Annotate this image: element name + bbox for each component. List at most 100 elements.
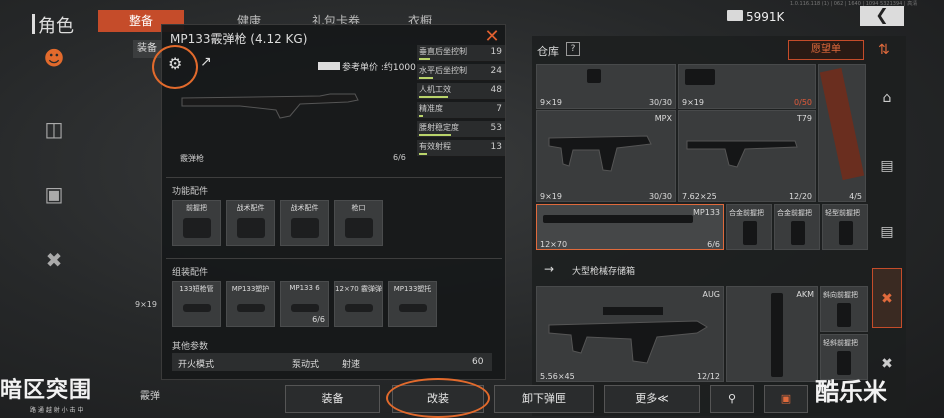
- rifle-icon: →: [544, 262, 555, 276]
- stat-label: 垂直后坐控制: [419, 47, 467, 56]
- warehouse-item[interactable]: T79 7.62×25 12/20: [678, 110, 816, 202]
- stat-bar: [419, 96, 448, 98]
- help-button[interactable]: ?: [566, 42, 580, 56]
- slot-label: 12×70 霰弹弹: [335, 285, 382, 293]
- money-amount: 5991K: [746, 10, 785, 24]
- warehouse-item[interactable]: 轻型前握把: [822, 204, 868, 250]
- item-name: T79: [796, 114, 812, 123]
- function-attachment-slot[interactable]: 战术配件: [280, 200, 329, 246]
- stat-row: 腰射稳定度 53: [417, 121, 505, 138]
- item-image: [819, 67, 865, 181]
- stat-row: 有效射程 13: [417, 140, 505, 157]
- stat-value: 13: [490, 142, 502, 152]
- home-icon[interactable]: ⌂: [872, 84, 902, 112]
- unload-magazine-button[interactable]: 卸下弹匣: [494, 385, 594, 413]
- stat-value: 53: [490, 123, 502, 133]
- assembly-section-label: 组装配件: [172, 268, 209, 278]
- assembly-part-slot[interactable]: MP133 6 6/6: [280, 281, 329, 327]
- money-icon-small: [318, 62, 340, 70]
- sort-button[interactable]: ▣: [764, 385, 808, 413]
- storage-tab-icon[interactable]: ▤: [872, 152, 902, 180]
- search-icon: ⚲: [727, 392, 737, 405]
- warehouse-item[interactable]: 合金前握把: [726, 204, 772, 250]
- slot-label: MP133 6: [289, 284, 320, 292]
- item-image: [548, 307, 708, 364]
- warehouse-item[interactable]: AUG 5.56×45 12/12: [536, 286, 724, 382]
- weapon-title: MP133霰弹枪 (4.12 KG): [170, 32, 308, 46]
- rate-label: 射速: [342, 360, 361, 370]
- warehouse-item[interactable]: 4/5: [818, 64, 866, 202]
- stat-label: 人机工效: [419, 85, 451, 94]
- item-ammo: 9×19: [540, 192, 562, 201]
- character-icon[interactable]: ☻: [40, 44, 68, 72]
- warehouse-item[interactable]: MPX 9×19 30/30: [536, 110, 676, 202]
- watermark-logo-right: 酷乐米: [815, 378, 887, 406]
- slot-label: 133短枪管: [179, 285, 214, 293]
- item-image: [837, 303, 851, 327]
- stat-row: 人机工效 48: [417, 83, 505, 100]
- item-ammo: 7.62×25: [682, 192, 717, 201]
- item-count: 4/5: [849, 192, 862, 201]
- bag-icon[interactable]: ▣: [40, 180, 68, 208]
- function-attachment-slot[interactable]: 前握把: [172, 200, 221, 246]
- item-image: [791, 221, 805, 245]
- item-name: AKM: [796, 290, 814, 299]
- search-button[interactable]: ⚲: [710, 385, 754, 413]
- assembly-part-slot[interactable]: 133短枪管: [172, 281, 221, 327]
- function-attachment-slot[interactable]: 战术配件: [226, 200, 275, 246]
- storage-label: 大型枪械存储箱: [572, 267, 636, 277]
- equip-button[interactable]: 装备: [285, 385, 380, 413]
- slot-label: MP133塑托: [393, 285, 432, 293]
- stat-bar: [419, 77, 433, 79]
- slot-image: [291, 218, 319, 238]
- ref-price: 参考单价 :约1000: [342, 63, 416, 73]
- warehouse-item[interactable]: 斜向前握把: [820, 286, 868, 332]
- gear-icon[interactable]: ⚙: [168, 54, 182, 73]
- title-bar-marker: [32, 14, 35, 34]
- stat-bar: [419, 58, 430, 60]
- share-icon[interactable]: ↗: [200, 54, 212, 70]
- slot-label: 枪口: [351, 204, 366, 212]
- weapon-storage-tab[interactable]: ✖: [872, 268, 902, 328]
- weapon-icon[interactable]: ✖: [40, 246, 68, 274]
- stat-bar: [419, 134, 451, 136]
- function-attachment-slot[interactable]: 枪口: [334, 200, 383, 246]
- shotgun-image: [181, 93, 359, 119]
- assembly-part-slot[interactable]: 12×70 霰弹弹: [334, 281, 383, 327]
- item-count: 12/12: [696, 372, 720, 381]
- item-image: [743, 221, 757, 245]
- stat-label: 精准度: [419, 104, 443, 113]
- slot-image: [237, 218, 265, 238]
- sort-icon[interactable]: ⇅: [878, 42, 890, 58]
- backpack-icon[interactable]: ◫: [40, 115, 68, 143]
- wishlist-button[interactable]: 愿望单: [788, 40, 864, 60]
- assembly-part-slot[interactable]: MP133塑护: [226, 281, 275, 327]
- rate-value: 60: [472, 357, 484, 367]
- highlight-circle: [386, 378, 490, 418]
- chevron-left-icon: ❮: [875, 5, 889, 24]
- warehouse-item[interactable]: 9×19 0/50: [678, 64, 816, 109]
- item-image: [543, 215, 693, 223]
- item-count: 30/30: [648, 98, 672, 107]
- storage-tab-icon[interactable]: ▤: [872, 218, 902, 246]
- item-image: [548, 135, 652, 172]
- more-button[interactable]: 更多≪: [604, 385, 700, 413]
- item-name: MPX: [654, 114, 672, 123]
- watermark-logo-left: 暗区突围: [0, 378, 93, 403]
- assembly-part-slot[interactable]: MP133塑托: [388, 281, 437, 327]
- item-name: 合金前握把: [777, 209, 812, 217]
- stat-bar: [419, 115, 423, 117]
- back-button[interactable]: ❮: [860, 6, 904, 26]
- warehouse-item-selected[interactable]: MP133 12×70 6/6: [536, 204, 724, 250]
- slot-label: 战术配件: [290, 204, 319, 212]
- item-count: 0/50: [794, 98, 812, 107]
- game-screen: { "header":{"title":"角色","tabs":["整备","健…: [0, 0, 944, 418]
- item-image: [587, 69, 601, 83]
- warehouse-item[interactable]: 9×19 30/30: [536, 64, 676, 109]
- slot-image: [237, 304, 265, 312]
- money-icon: [727, 10, 743, 21]
- slot-image: [399, 304, 427, 312]
- warehouse-item[interactable]: 合金前握把: [774, 204, 820, 250]
- warehouse-item[interactable]: AKM: [726, 286, 818, 382]
- params-row: [172, 353, 492, 371]
